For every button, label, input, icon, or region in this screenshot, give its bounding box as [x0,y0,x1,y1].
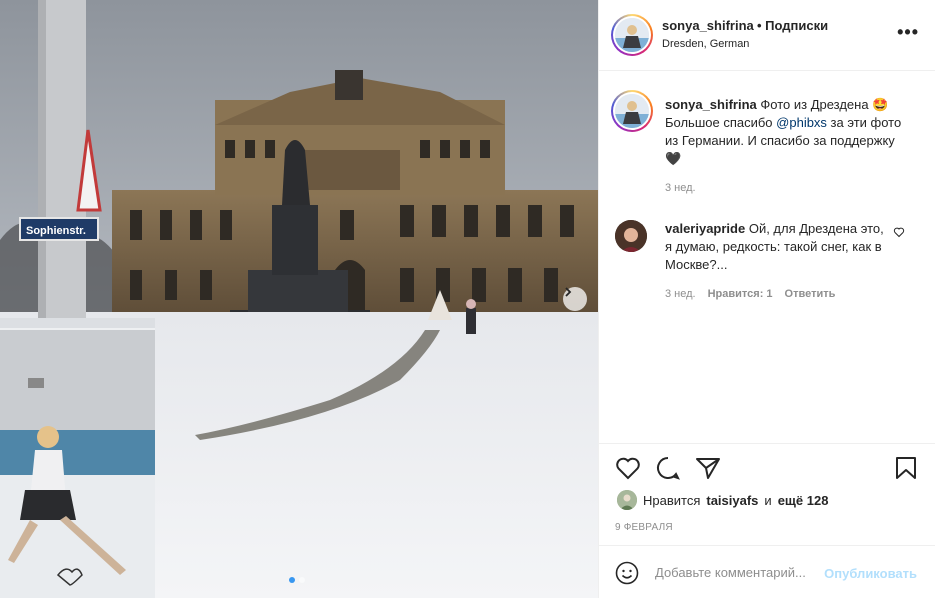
author-username[interactable]: sonya_shifrina [662,18,754,33]
comment-username[interactable]: valeriyapride [665,221,745,236]
following-label[interactable]: • Подписки [757,18,828,33]
next-photo-button[interactable] [563,287,587,311]
more-options-icon[interactable]: ••• [897,22,919,43]
chevron-right-icon [565,287,572,297]
share-icon[interactable] [695,456,721,480]
post-photo[interactable]: Sophienstr. [0,0,598,598]
likes-middle: и [764,492,772,508]
post-actions: Нравится taisiyafs и ещё 128 9 ФЕВРАЛЯ [599,443,935,545]
carousel-dot-active [289,577,295,583]
commenter-avatar[interactable] [615,220,647,252]
likes-summary: Нравится taisiyafs и ещё 128 [617,490,828,510]
comment-heart-icon[interactable] [893,226,905,238]
comment-likes[interactable]: Нравится: 1 [708,288,773,300]
caption-mention[interactable]: @phibxs [776,115,827,130]
caption-author-avatar[interactable] [611,90,653,132]
emoji-icon[interactable] [615,561,639,585]
carousel-dot [299,577,305,583]
post-location[interactable]: Dresden, German [662,38,749,50]
author-avatar[interactable] [611,14,653,56]
comment-icon[interactable] [655,456,681,480]
caption-timestamp[interactable]: 3 нед. [665,182,696,194]
comment-timestamp[interactable]: 3 нед. [665,288,696,300]
likes-count[interactable]: ещё 128 [778,493,829,508]
reply-button[interactable]: Ответить [785,288,836,300]
comment-meta: 3 нед. Нравится: 1 Ответить [665,288,835,300]
add-comment-bar: Опубликовать [599,545,935,598]
carousel-indicator [289,577,305,583]
comment-item: valeriyapride Ой, для Дрездена это, я ду… [665,220,885,274]
likes-prefix: Нравится [643,492,701,508]
heart-icon[interactable] [615,456,641,480]
comment-input[interactable] [655,565,819,580]
liker-username[interactable]: taisiyafs [706,493,758,508]
street-sign-text: Sophienstr. [26,225,86,237]
caption-username[interactable]: sonya_shifrina [665,97,757,112]
post-date[interactable]: 9 ФЕВРАЛЯ [615,522,673,533]
bookmark-icon[interactable] [895,456,917,480]
post-caption: sonya_shifrina Фото из Дрездена 🤩 Большо… [665,96,913,168]
photo-scene: Sophienstr. [0,0,598,598]
post-header: sonya_shifrina • Подписки Dresden, Germa… [599,0,935,71]
comments-section: sonya_shifrina Фото из Дрездена 🤩 Большо… [599,72,935,442]
post-details-panel: sonya_shifrina • Подписки Dresden, Germa… [598,0,935,598]
liker-avatar[interactable] [617,490,637,510]
publish-button[interactable]: Опубликовать [824,566,917,581]
